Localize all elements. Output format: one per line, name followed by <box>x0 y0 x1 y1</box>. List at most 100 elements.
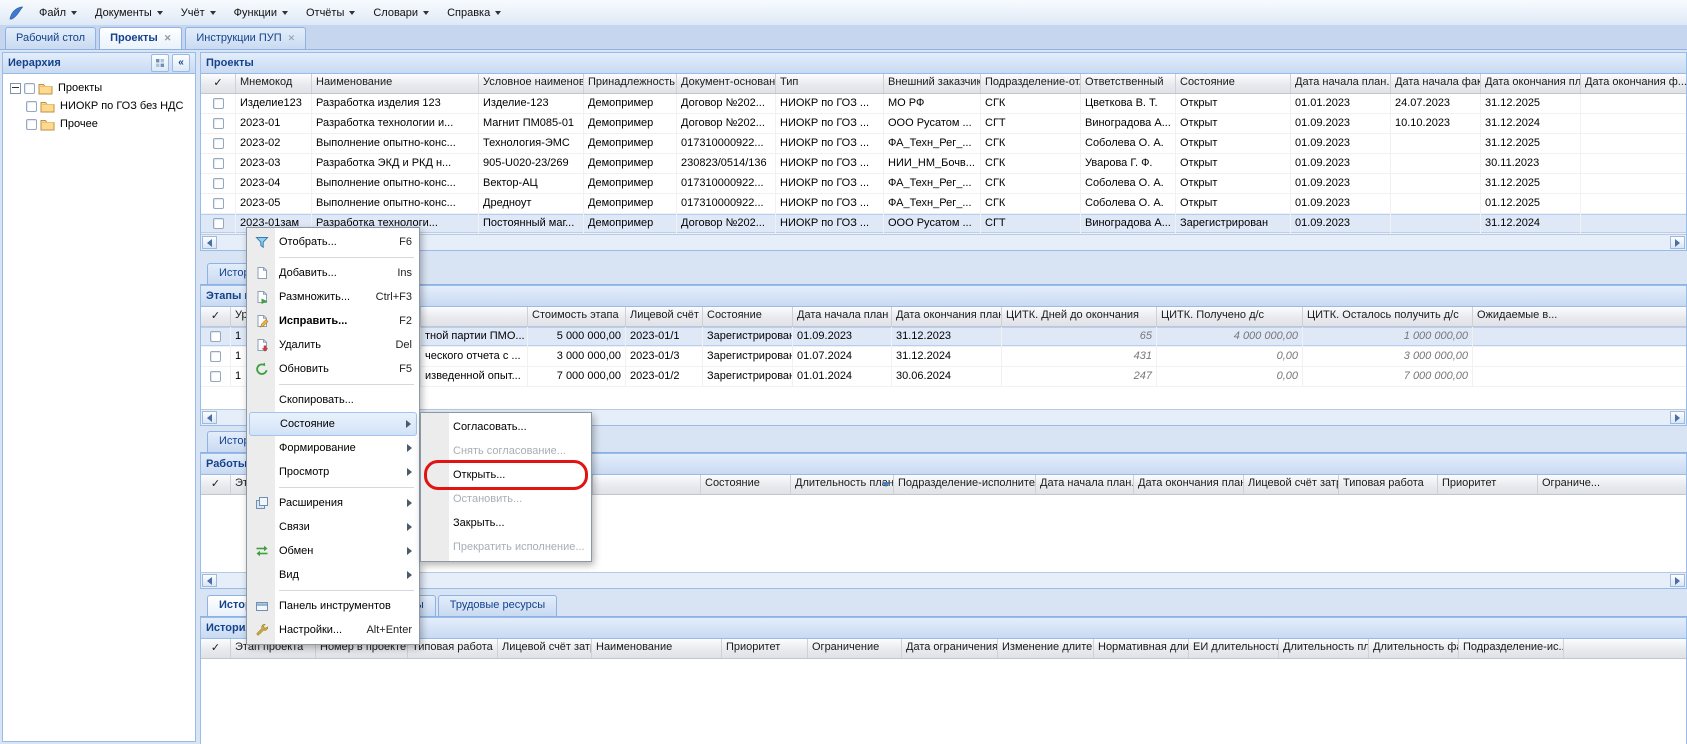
pin-icon[interactable] <box>151 54 169 72</box>
table-row[interactable]: 2023-04Выполнение опытно-конс...Вектор-А… <box>201 174 1686 194</box>
column-header-7[interactable]: Дата начала план <box>793 307 892 326</box>
column-header-1[interactable]: Мнемокод <box>236 74 312 93</box>
menu-item-view[interactable]: Вид <box>249 563 417 587</box>
column-header-12[interactable]: Приоритет <box>1438 475 1538 494</box>
column-header-4[interactable] <box>593 475 701 494</box>
column-header-4[interactable]: Лицевой счёт затр <box>498 639 592 658</box>
column-header-9[interactable]: Дата окончания план <box>1134 475 1244 494</box>
row-checkbox[interactable] <box>213 178 224 189</box>
tree-checkbox[interactable] <box>26 119 37 130</box>
column-header-5[interactable]: Наименование <box>592 639 722 658</box>
column-header-12[interactable]: Длительность пла... <box>1279 639 1369 658</box>
select-column-header[interactable]: ✓ <box>201 639 231 658</box>
menu-item-formation[interactable]: Формирование <box>249 436 417 460</box>
table-row[interactable]: Изделие123Разработка изделия 123Изделие-… <box>201 94 1686 114</box>
works-horizontal-scrollbar[interactable] <box>201 572 1686 588</box>
table-row[interactable]: 2023-02Выполнение опытно-конс...Технолог… <box>201 134 1686 154</box>
scroll-right-icon[interactable] <box>1670 236 1685 249</box>
menu-item-terminate[interactable]: Прекратить исполнение... <box>423 535 589 559</box>
scroll-left-icon[interactable] <box>202 411 217 424</box>
menu-item-close[interactable]: Закрыть... <box>423 511 589 535</box>
column-header-7[interactable]: Ограничение <box>808 639 902 658</box>
column-header-12[interactable]: Дата начала факт. <box>1391 74 1481 93</box>
column-header-4[interactable]: Стоимость этапа <box>528 307 626 326</box>
menubar-item-documents[interactable]: Документы <box>86 4 172 22</box>
table-row[interactable]: 2023-01Разработка технологии и...Магнит … <box>201 114 1686 134</box>
menubar-item-accounting[interactable]: Учёт <box>172 4 225 22</box>
column-header-5[interactable]: Лицевой счёт затрат <box>626 307 703 326</box>
column-header-3[interactable] <box>421 307 528 326</box>
row-checkbox[interactable] <box>213 138 224 149</box>
tab-projects[interactable]: Проекты✕ <box>99 27 182 49</box>
menubar-item-file[interactable]: Файл <box>30 4 86 22</box>
tree-checkbox[interactable] <box>26 101 37 112</box>
menubar-item-reports[interactable]: Отчёты <box>297 4 364 22</box>
scroll-right-icon[interactable] <box>1670 574 1685 587</box>
column-header-14[interactable]: Подразделение-ис... <box>1459 639 1564 658</box>
column-header-8[interactable]: Дата окончания план <box>892 307 1002 326</box>
column-header-8[interactable]: Подразделение-от... <box>981 74 1081 93</box>
tree-collapse-icon[interactable] <box>10 83 21 94</box>
column-header-13[interactable]: Дата окончания пл... <box>1481 74 1581 93</box>
table-row[interactable]: 2023-05Выполнение опытно-конс...Дредноут… <box>201 194 1686 214</box>
tab-labor-resources[interactable]: Трудовые ресурсы <box>438 595 557 616</box>
column-header-5[interactable]: Документ-основан... <box>677 74 776 93</box>
column-header-5[interactable]: Состояние <box>701 475 791 494</box>
column-header-2[interactable]: Наименование <box>312 74 479 93</box>
menu-item-filter[interactable]: Отобрать...F6 <box>249 230 417 254</box>
close-tab-icon[interactable]: ✕ <box>164 34 172 43</box>
row-checkbox[interactable] <box>210 331 221 342</box>
tree-item-other[interactable]: Прочее <box>6 115 192 133</box>
menu-item-edit[interactable]: Исправить...F2 <box>249 309 417 333</box>
column-header-13[interactable]: Длительность фак... <box>1369 639 1459 658</box>
menu-item-open[interactable]: Открыть... <box>423 463 589 487</box>
scroll-left-icon[interactable] <box>202 236 217 249</box>
column-header-14[interactable]: Дата окончания ф... <box>1581 74 1686 93</box>
column-header-15[interactable] <box>1564 639 1686 658</box>
menu-item-add[interactable]: Добавить...Ins <box>249 261 417 285</box>
table-row[interactable]: 1тной партии ПМО...5 000 000,002023-01/1… <box>201 327 1686 347</box>
column-header-10[interactable]: ЦИТК. Получено д/с <box>1157 307 1303 326</box>
column-header-7[interactable]: Внешний заказчик <box>884 74 981 93</box>
table-row[interactable]: 2023-01замРазработка технологи...Постоян… <box>201 214 1686 234</box>
column-header-3[interactable]: Типовая работа <box>408 639 498 658</box>
column-menu-arrow-icon[interactable] <box>882 482 890 487</box>
column-header-4[interactable]: Принадлежность <box>584 74 677 93</box>
menu-item-status[interactable]: Состояние <box>249 412 417 436</box>
collapse-sidebar-icon[interactable]: « <box>172 54 190 72</box>
column-header-9[interactable]: ЦИТК. Дней до окончания <box>1002 307 1157 326</box>
menu-item-settings[interactable]: Настройки...Alt+Enter <box>249 618 417 642</box>
column-header-9[interactable]: Ответственный <box>1081 74 1176 93</box>
tab-pup-instructions[interactable]: Инструкции ПУП✕ <box>185 27 306 49</box>
projects-horizontal-scrollbar[interactable] <box>201 234 1686 250</box>
column-header-10[interactable]: Лицевой счёт затр <box>1244 475 1339 494</box>
select-column-header[interactable]: ✓ <box>201 74 236 93</box>
row-checkbox[interactable] <box>210 351 221 362</box>
menu-item-duplicate[interactable]: Размножить...Ctrl+F3 <box>249 285 417 309</box>
menubar-item-dictionaries[interactable]: Словари <box>364 4 438 22</box>
row-checkbox[interactable] <box>213 98 224 109</box>
table-row[interactable]: 1изведенной опыт...7 000 000,002023-01/2… <box>201 367 1686 387</box>
row-checkbox[interactable] <box>213 198 224 209</box>
column-header-3[interactable]: Условное наименова... <box>479 74 584 93</box>
menu-item-copy[interactable]: Скопировать... <box>249 388 417 412</box>
scroll-left-icon[interactable] <box>202 574 217 587</box>
column-header-11[interactable]: ЦИТК. Осталось получить д/с <box>1303 307 1473 326</box>
menu-item-delete[interactable]: УдалитьDel <box>249 333 417 357</box>
column-header-8[interactable]: Дата начала план. <box>1036 475 1134 494</box>
table-row[interactable]: 2023-03Разработка ЭКД и РКД н...905-U020… <box>201 154 1686 174</box>
row-checkbox[interactable] <box>213 218 224 229</box>
menu-item-exchange[interactable]: Обмен <box>249 539 417 563</box>
column-header-6[interactable]: Тип <box>776 74 884 93</box>
menu-item-toolbar-panel[interactable]: Панель инструментов <box>249 594 417 618</box>
menu-item-preview[interactable]: Просмотр <box>249 460 417 484</box>
menu-item-stop[interactable]: Остановить... <box>423 487 589 511</box>
menubar-item-help[interactable]: Справка <box>438 4 510 22</box>
column-header-13[interactable]: Ограниче... <box>1538 475 1686 494</box>
column-header-11[interactable]: ЕИ длительности <box>1189 639 1279 658</box>
menu-item-refresh[interactable]: ОбновитьF5 <box>249 357 417 381</box>
column-header-7[interactable]: Подразделение-исполнитель.. <box>894 475 1036 494</box>
select-column-header[interactable]: ✓ <box>201 475 231 494</box>
column-header-6[interactable]: Длительность план <box>791 475 894 494</box>
row-checkbox[interactable] <box>213 118 224 129</box>
